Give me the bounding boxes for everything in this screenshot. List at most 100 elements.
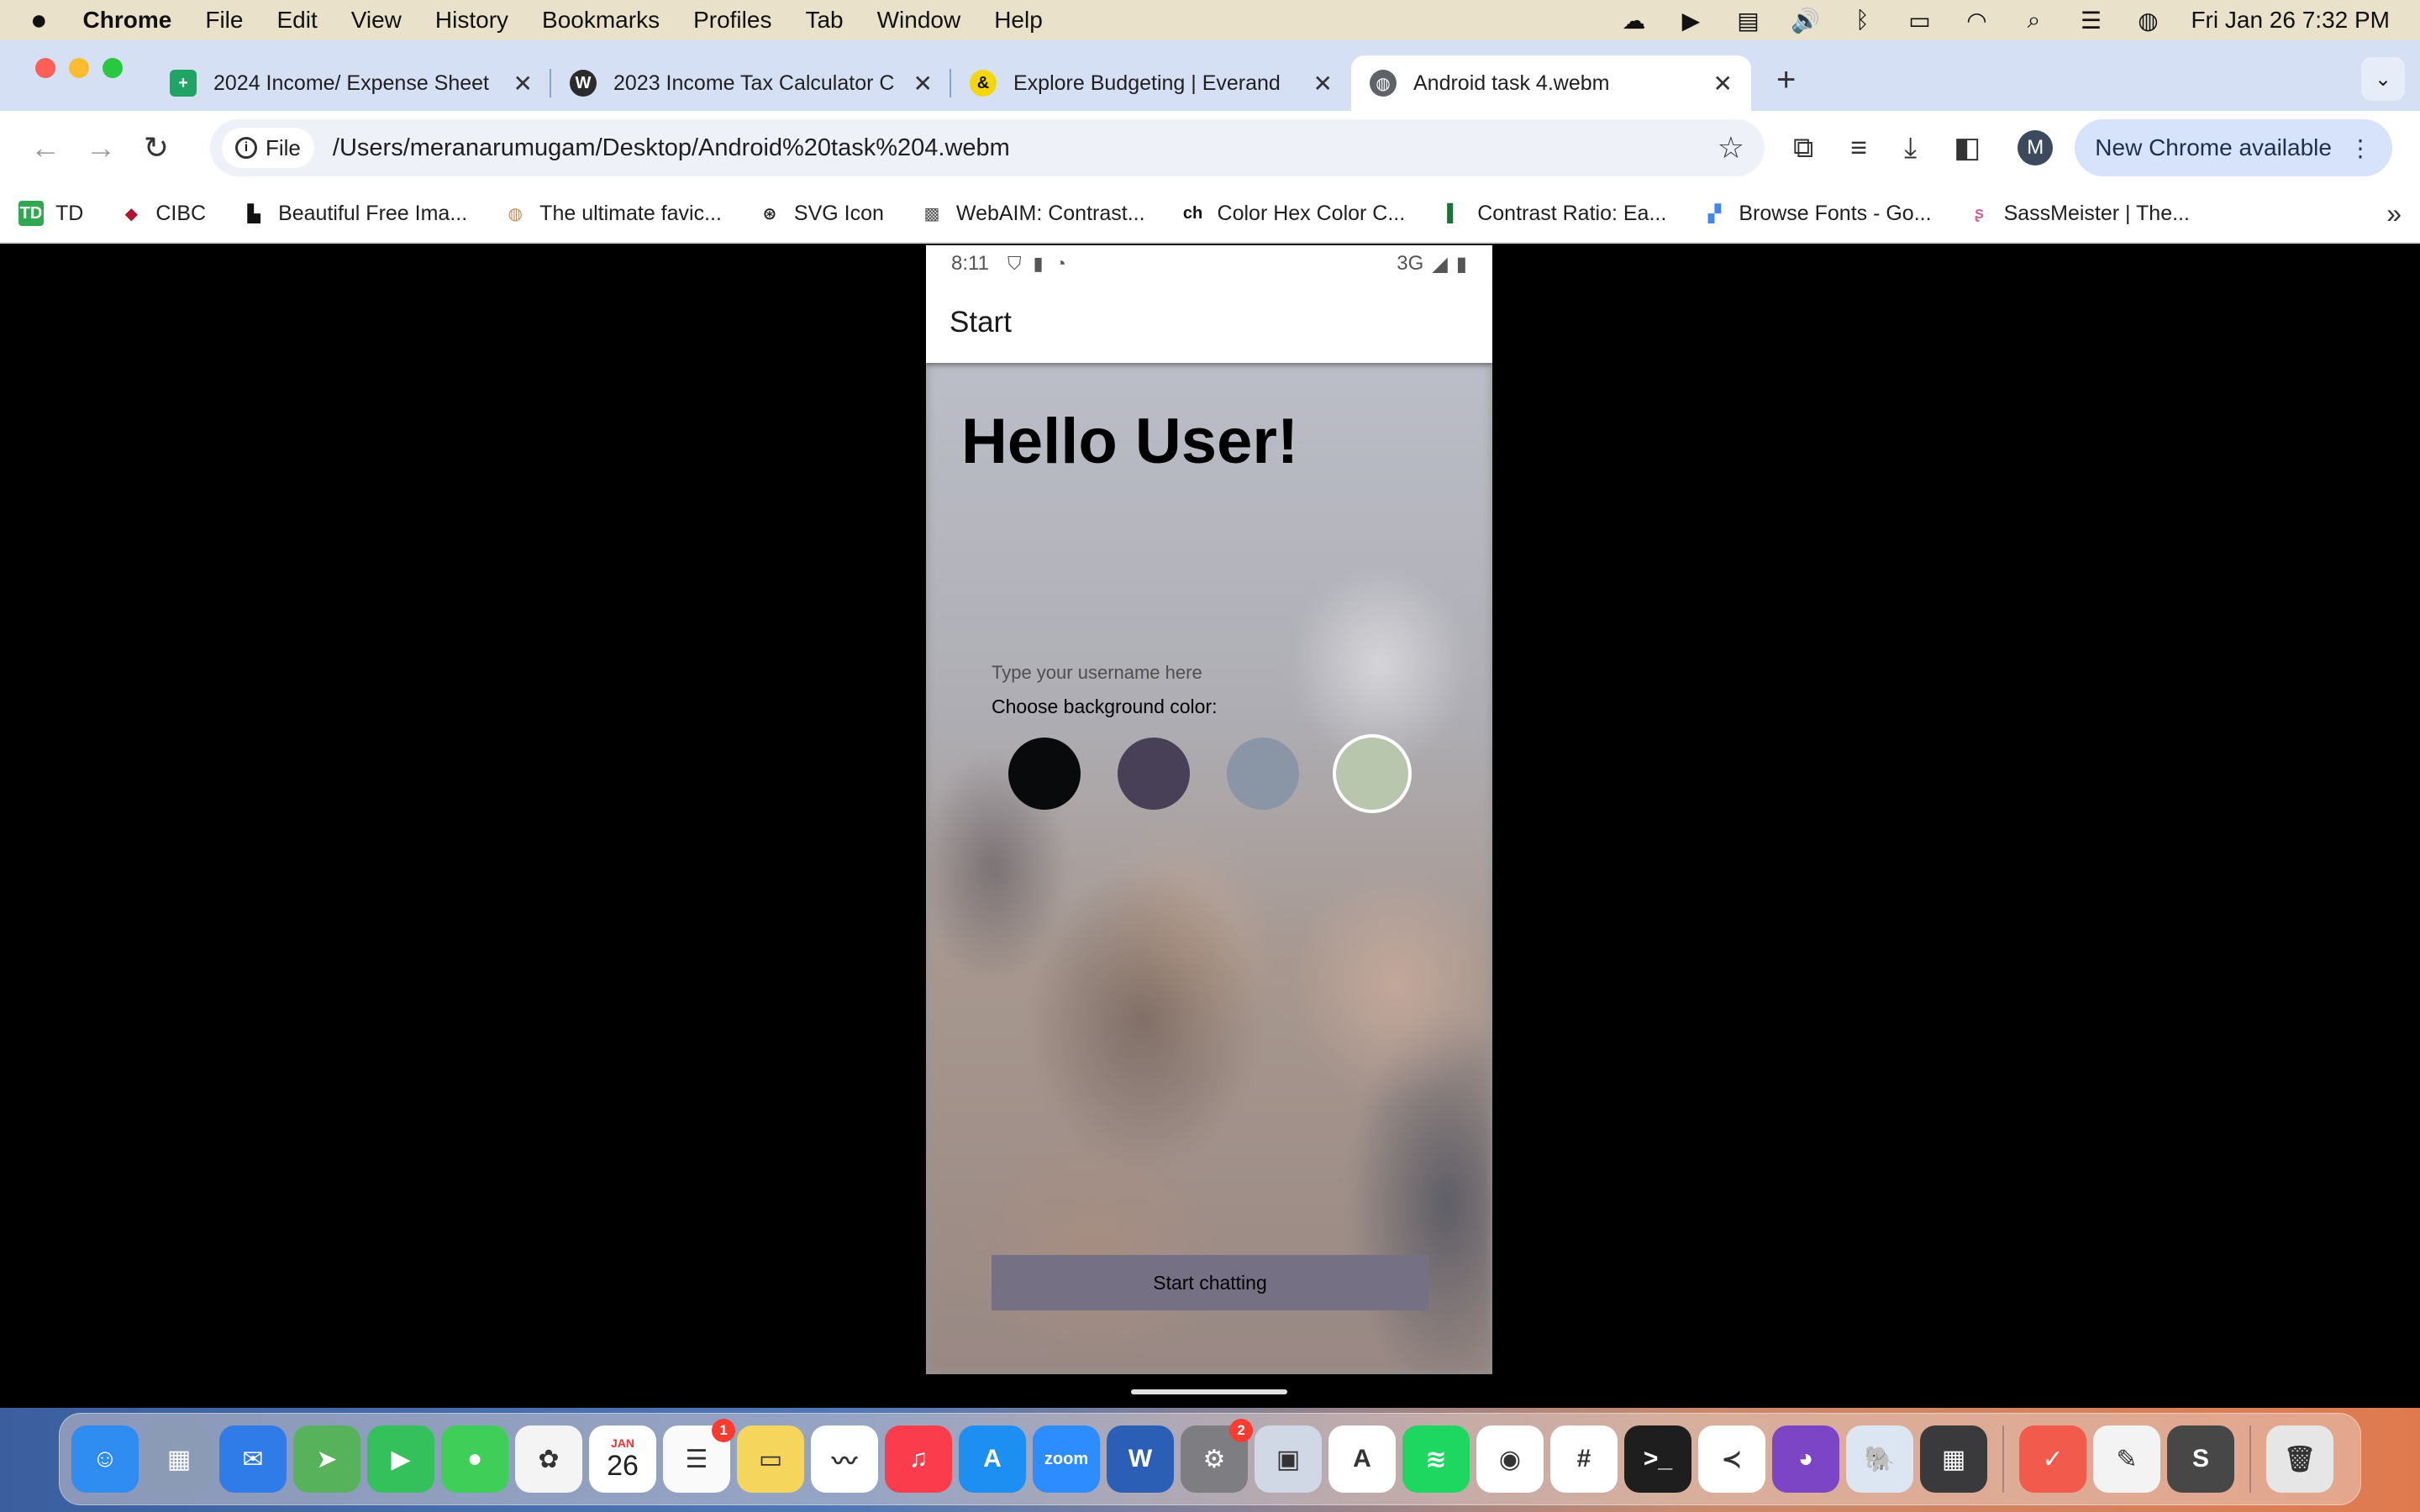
menu-view[interactable]: View <box>351 7 402 34</box>
terminal-icon[interactable]: >_ <box>1624 1425 1691 1493</box>
vscode-icon[interactable]: ≺ <box>1698 1425 1765 1493</box>
xcode-instruments-icon[interactable]: A <box>1328 1425 1396 1493</box>
tab-income-tax-calculator[interactable]: W 2023 Income Tax Calculator C ✕ <box>551 55 951 111</box>
menu-file[interactable]: File <box>205 7 243 34</box>
volume-icon[interactable]: 🔊 <box>1791 8 1820 34</box>
bookmark-contrast-ratio[interactable]: ▌ Contrast Ratio: Ea... <box>1440 201 1666 226</box>
calendar-icon[interactable]: JAN 26 <box>589 1425 656 1493</box>
bookmark-sassmeister[interactable]: ʂ SassMeister | The... <box>1967 201 2190 226</box>
spotify-icon[interactable]: ≋ <box>1402 1425 1470 1493</box>
calculator-icon[interactable]: ▦ <box>1920 1425 1987 1493</box>
facetime-icon[interactable]: ▶ <box>367 1425 434 1493</box>
bookmark-star-icon[interactable]: ☆ <box>1718 130 1744 165</box>
chrome-icon[interactable]: ◉ <box>1476 1425 1544 1493</box>
forward-button[interactable]: → <box>79 126 123 170</box>
bookmark-td[interactable]: TD TD <box>18 201 83 226</box>
tab-income-expense-sheet[interactable]: + 2024 Income/ Expense Sheet ✕ <box>151 55 551 111</box>
video-viewer[interactable]: 8:11 ⛉ ▮ ◔ 3G ◢ ▮ Start Hello User! Type… <box>0 245 2420 1408</box>
reminders-icon[interactable]: ☰ 1 <box>663 1419 735 1493</box>
play-icon[interactable]: ▶ <box>1676 8 1705 34</box>
creative-cloud-icon[interactable]: ☁ <box>1619 8 1648 34</box>
bookmark-unsplash[interactable]: ▙ Beautiful Free Ima... <box>241 201 467 226</box>
extensions-icon[interactable]: ⧉ <box>1793 132 1813 165</box>
menu-app-chrome[interactable]: Chrome <box>83 7 172 34</box>
messages-icon[interactable]: ● <box>441 1425 508 1493</box>
sublime-icon[interactable]: S <box>2167 1425 2234 1493</box>
menu-tab[interactable]: Tab <box>805 7 843 34</box>
close-tab-icon[interactable]: ✕ <box>1713 70 1733 97</box>
menu-history[interactable]: History <box>435 7 508 34</box>
menu-bookmarks[interactable]: Bookmarks <box>542 7 660 34</box>
close-tab-icon[interactable]: ✕ <box>1313 70 1333 97</box>
github-desktop-icon[interactable]: ◕ <box>1772 1425 1839 1493</box>
postgres-icon[interactable]: 🐘 <box>1846 1425 1913 1493</box>
profile-avatar[interactable]: M <box>2018 130 2054 165</box>
siri-icon[interactable]: ◍ <box>2133 8 2162 34</box>
mail-icon[interactable]: ✉ <box>219 1425 287 1493</box>
display-icon[interactable]: ▤ <box>1733 8 1762 34</box>
back-button[interactable]: ← <box>24 126 67 170</box>
todoist-icon[interactable]: ✓ <box>2019 1425 2086 1493</box>
tab-android-task-video[interactable]: ◍ Android task 4.webm ✕ <box>1351 55 1751 111</box>
menu-help[interactable]: Help <box>994 7 1043 34</box>
wifi-icon[interactable]: ◠ <box>1962 8 1991 34</box>
site-info-chip[interactable]: i File <box>222 128 314 168</box>
preview-icon[interactable]: ▣ <box>1255 1425 1322 1493</box>
apple-menu-icon[interactable]: ● <box>30 4 48 37</box>
new-chrome-available-button[interactable]: New Chrome available ⋮ <box>2075 119 2392 176</box>
zoom-window-button[interactable] <box>103 58 123 78</box>
color-swatches <box>1008 738 1408 810</box>
freeform-icon[interactable]: 〰 <box>811 1425 878 1493</box>
bookmark-google-fonts[interactable]: ▞ Browse Fonts - Go... <box>1702 201 1932 226</box>
trash-icon[interactable]: 🗑 <box>2266 1425 2333 1493</box>
close-tab-icon[interactable]: ✕ <box>913 70 933 97</box>
bluetooth-icon[interactable]: ᛒ <box>1848 7 1876 33</box>
battery-icon[interactable]: ▭ <box>1905 8 1933 34</box>
sync-icon: ◔ <box>1055 253 1066 274</box>
tab-search-chevron-icon[interactable]: ⌄ <box>2361 57 2405 101</box>
more-bookmarks-chevron-icon[interactable]: » <box>2386 198 2402 229</box>
color-swatch-green[interactable] <box>1336 738 1408 810</box>
notes-icon[interactable]: ▭ <box>737 1425 804 1493</box>
photos-icon[interactable]: ✿ <box>515 1425 582 1493</box>
slack-icon[interactable]: # <box>1550 1425 1618 1493</box>
bookmark-webaim[interactable]: ▩ WebAIM: Contrast... <box>919 201 1144 226</box>
bookmark-color-hex[interactable]: ch Color Hex Color C... <box>1181 201 1405 226</box>
bookmark-cibc[interactable]: ◆ CIBC <box>118 201 206 226</box>
downloads-icon[interactable]: ⤓ <box>1904 132 1917 165</box>
appstore-icon[interactable]: A <box>959 1425 1026 1493</box>
finder-icon[interactable]: ☺ <box>71 1425 139 1493</box>
new-tab-button[interactable]: + <box>1776 61 1796 99</box>
username-input[interactable]: Type your username here <box>992 662 1202 684</box>
bookmark-svg-icon[interactable]: ⊛ SVG Icon <box>757 201 884 226</box>
start-chatting-button[interactable]: Start chatting <box>992 1255 1428 1310</box>
media-controls-icon[interactable]: ≡ <box>1850 132 1867 165</box>
music-icon[interactable]: ♫ <box>885 1425 952 1493</box>
address-bar[interactable]: i File /Users/meranarumugam/Desktop/Andr… <box>210 119 1765 176</box>
control-center-icon[interactable]: ☰ <box>2076 8 2105 34</box>
close-tab-icon[interactable]: ✕ <box>513 70 533 97</box>
bookmark-favicon-generator[interactable]: ◍ The ultimate favic... <box>502 201 721 226</box>
menu-window[interactable]: Window <box>877 7 961 34</box>
side-panel-icon[interactable]: ◧ <box>1954 131 1981 165</box>
tab-explore-budgeting[interactable]: & Explore Budgeting | Everand ✕ <box>951 55 1351 111</box>
menu-edit[interactable]: Edit <box>276 7 317 34</box>
spotlight-search-icon[interactable]: ⌕ <box>2019 7 2048 33</box>
url-text[interactable]: /Users/meranarumugam/Desktop/Android%20t… <box>333 134 1718 162</box>
globe-icon: ◍ <box>1370 70 1397 97</box>
menu-profiles[interactable]: Profiles <box>693 7 771 34</box>
menubar-clock[interactable]: Fri Jan 26 7:32 PM <box>2191 7 2390 34</box>
system-settings-icon[interactable]: ⚙ 2 <box>1181 1419 1253 1493</box>
close-window-button[interactable] <box>35 58 55 78</box>
reload-button[interactable]: ↻ <box>134 126 178 170</box>
maps-icon[interactable]: ➤ <box>293 1425 360 1493</box>
color-swatch-gray[interactable] <box>1227 738 1299 810</box>
textedit-icon[interactable]: ✎ <box>2093 1425 2160 1493</box>
color-swatch-black[interactable] <box>1008 738 1081 810</box>
minimize-window-button[interactable] <box>69 58 89 78</box>
word-icon[interactable]: W <box>1107 1425 1174 1493</box>
launchpad-icon[interactable]: ▦ <box>145 1425 213 1493</box>
zoom-icon[interactable]: zoom <box>1033 1425 1100 1493</box>
color-swatch-purple[interactable] <box>1118 738 1190 810</box>
favicon-icon: ◍ <box>508 204 523 223</box>
